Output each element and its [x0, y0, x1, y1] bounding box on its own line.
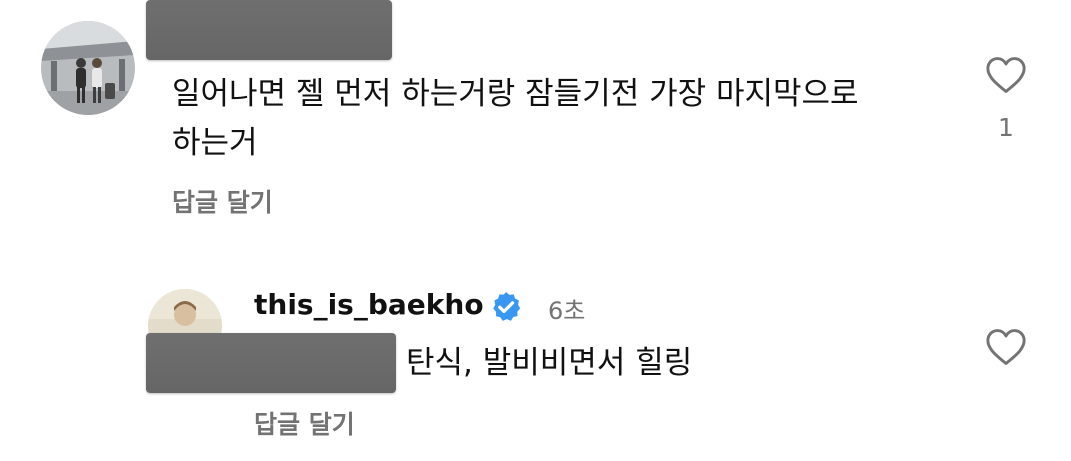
heart-outline-icon[interactable]	[985, 56, 1027, 98]
comment-2-username[interactable]: this_is_baekho	[254, 288, 484, 321]
comment-2-reply-button[interactable]: 답글 달기	[254, 405, 355, 441]
heart-outline-icon[interactable]	[985, 328, 1027, 370]
redacted-username-1	[146, 0, 392, 60]
comment-1-like-count: 1	[998, 113, 1014, 142]
redacted-mention-2	[146, 333, 396, 393]
comment-1-text-line-1: 일어나면 젤 먼저 하는거랑 잠들기전 가장 마지막으로	[172, 76, 859, 112]
comment-2-text: 탄식, 발비비면서 힐링	[406, 345, 693, 381]
avatar-photo	[41, 21, 135, 115]
comment-1-avatar[interactable]	[41, 21, 135, 115]
verified-badge-icon	[489, 290, 523, 328]
comment-2-timestamp: 6초	[548, 297, 586, 325]
comment-1-reply-button[interactable]: 답글 달기	[172, 183, 273, 219]
comment-1-text-line-2: 하는거	[172, 125, 258, 161]
